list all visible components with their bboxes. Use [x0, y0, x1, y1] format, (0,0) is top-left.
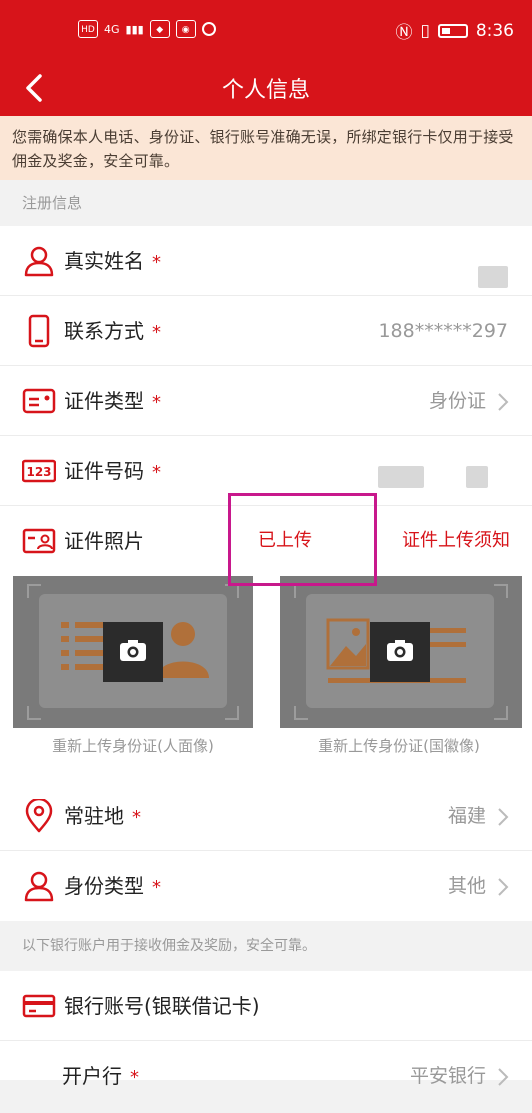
- id-photo-icon: [22, 528, 56, 554]
- required-mark: *: [152, 462, 161, 483]
- location-pin-icon: [25, 799, 53, 833]
- browser-app-icon: ◉: [175, 20, 196, 38]
- required-mark: *: [152, 252, 161, 273]
- signal-bars-icon: ▮▮▮: [125, 22, 144, 36]
- status-right-icons: Ⓝ ▯ 8:36: [395, 18, 514, 44]
- person-icon: [24, 871, 54, 902]
- number-123-icon: 123: [22, 459, 56, 483]
- id-number-label: 证件号码: [64, 459, 144, 483]
- camera-icon: [103, 622, 163, 682]
- masked-name-value: [478, 266, 508, 288]
- hd-icon: HD: [78, 20, 98, 38]
- bank-account-title: 银行账号(银联借记卡): [64, 994, 260, 1018]
- frame-corner: [225, 584, 239, 598]
- bank-card-icon: [22, 994, 56, 1018]
- nfc-icon: Ⓝ: [395, 23, 413, 43]
- identity-type-value: 其他: [447, 875, 486, 897]
- signal-icon: 4G: [104, 22, 120, 36]
- required-mark: *: [130, 1067, 139, 1088]
- row-residence[interactable]: 常驻地 * 福建: [0, 781, 532, 851]
- id-photo-label: 证件照片: [64, 529, 144, 553]
- required-mark: *: [152, 877, 161, 898]
- open-bank-label: 开户行: [62, 1064, 122, 1088]
- frame-corner: [494, 584, 508, 598]
- residence-label: 常驻地: [64, 804, 124, 828]
- row-id-type[interactable]: 证件类型 * 身份证: [0, 366, 532, 436]
- shield-app-icon: ◆: [149, 20, 170, 38]
- status-bar: HD 4G ▮▮▮ ◆ ◉ Ⓝ ▯ 8:36: [0, 0, 532, 60]
- row-real-name[interactable]: 真实姓名 *: [0, 226, 532, 296]
- row-identity-type[interactable]: 身份类型 * 其他: [0, 851, 532, 921]
- identity-type-label: 身份类型: [64, 874, 144, 898]
- chevron-right-icon: [498, 1068, 509, 1086]
- upload-guidelines-link[interactable]: 证件上传须知: [402, 506, 510, 576]
- row-bank-account[interactable]: 银行账号(银联借记卡): [0, 971, 532, 1041]
- id-type-label: 证件类型: [64, 389, 144, 413]
- person-icon: [24, 246, 54, 277]
- residence-value: 福建: [447, 805, 486, 827]
- phone-icon: [28, 314, 50, 348]
- frame-corner: [294, 706, 308, 720]
- chevron-right-icon: [498, 393, 509, 411]
- id-front-caption[interactable]: 重新上传身份证(人面像): [0, 728, 266, 780]
- required-mark: *: [152, 322, 161, 343]
- id-back-caption[interactable]: 重新上传身份证(国徽像): [266, 728, 532, 780]
- id-type-value: 身份证: [428, 390, 486, 412]
- section-label-bank: 以下银行账户用于接收佣金及奖励，安全可靠。: [0, 921, 532, 971]
- real-name-label: 真实姓名: [64, 249, 144, 273]
- masked-id-number-part2: [466, 466, 488, 488]
- id-card-icon: [22, 388, 56, 414]
- page-title: 个人信息: [221, 78, 310, 103]
- open-bank-value: 平安银行: [409, 1065, 486, 1087]
- frame-corner: [225, 706, 239, 720]
- id-front-upload[interactable]: [13, 576, 253, 728]
- section-label-registration: 注册信息: [0, 180, 532, 226]
- frame-corner: [27, 706, 41, 720]
- status-left-icons: HD 4G ▮▮▮ ◆ ◉: [78, 20, 216, 38]
- title-bar: 个人信息: [0, 60, 532, 116]
- vibrate-icon: ▯: [420, 20, 430, 41]
- highlight-annotation-box: [228, 493, 377, 586]
- battery-icon: [437, 23, 468, 38]
- svg-text:123: 123: [26, 465, 51, 479]
- contact-value: 188******297: [378, 320, 508, 342]
- clock-time: 8:36: [475, 20, 514, 41]
- frame-corner: [494, 706, 508, 720]
- row-contact[interactable]: 联系方式 * 188******297: [0, 296, 532, 366]
- camera-icon: [370, 622, 430, 682]
- loading-circle-icon: [201, 22, 216, 36]
- bank-card: 银行账号(银联借记卡) 开户行 * 平安银行: [0, 971, 532, 1088]
- required-mark: *: [132, 807, 141, 828]
- id-back-upload[interactable]: [280, 576, 522, 728]
- chevron-right-icon: [498, 878, 509, 896]
- chevron-right-icon: [498, 808, 509, 826]
- contact-label: 联系方式: [64, 319, 144, 343]
- required-mark: *: [152, 392, 161, 413]
- masked-id-number-part1: [378, 466, 424, 488]
- security-notice: 您需确保本人电话、身份证、银行账号准确无误，所绑定银行卡仅用于接受佣金及奖金，安…: [0, 116, 532, 180]
- row-open-bank[interactable]: 开户行 * 平安银行: [0, 1041, 532, 1111]
